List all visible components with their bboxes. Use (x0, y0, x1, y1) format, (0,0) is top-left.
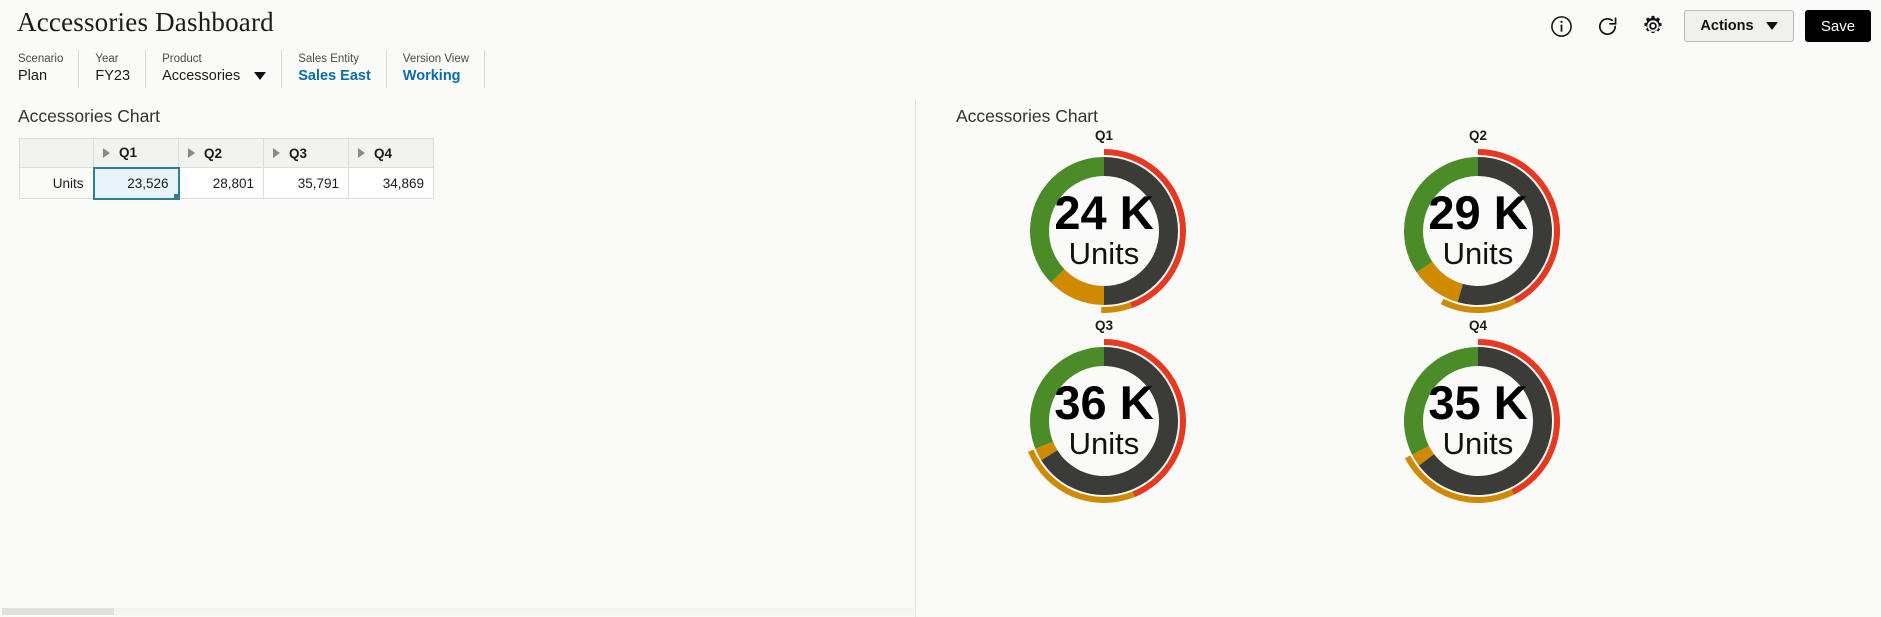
pov-item-version-view[interactable]: Version View Working (387, 48, 486, 88)
donut-unit-q2: Units (1443, 236, 1514, 271)
column-header-q3[interactable]: Q3 (263, 138, 349, 168)
donut-chart-grid: Q1 24 K Units Q2 29 K Units Q3 36 K Units Q4 35 KU… (917, 122, 1881, 617)
donut-svg-q2: 29 KUnits (1404, 149, 1560, 313)
pov-value-text: Working (402, 67, 461, 84)
data-grid[interactable]: Q1 Q2 Q3 Q4 Units 23,526 28,801 35,791 34,869 (19, 138, 434, 201)
table-row: Units 23,526 28,801 35,791 34,869 (19, 166, 434, 201)
pov-value: FY23 (95, 68, 130, 85)
donut-svg-q4: 35 KUnits (1404, 339, 1560, 503)
column-header-q4[interactable]: Q4 (348, 138, 434, 168)
column-header-label: Q3 (289, 145, 308, 161)
donut-svg-q1: 24 KUnits (1030, 149, 1186, 313)
donut-caption-q1: Q1 (1094, 128, 1113, 143)
expand-triangle-icon[interactable] (188, 148, 195, 158)
column-header-label: Q2 (204, 145, 223, 161)
info-icon[interactable] (1538, 6, 1584, 46)
donut-unit-q4: Units (1443, 426, 1514, 461)
grid-cell-q3[interactable]: 35,791 (263, 167, 349, 199)
pov-label: Version View (402, 52, 470, 65)
pov-value[interactable]: Working (403, 68, 469, 85)
column-header-label: Q1 (119, 145, 138, 161)
gear-icon[interactable] (1630, 6, 1676, 46)
actions-button-label: Actions (1700, 18, 1754, 34)
chevron-down-icon[interactable] (254, 72, 267, 80)
right-panel: Accessories Chart Q1 24 K Units Q2 29 K Units… (917, 100, 1881, 617)
grid-cell-q2[interactable]: 28,801 (178, 167, 264, 199)
pov-value-text: Accessories (162, 67, 241, 84)
top-bar: Accessories Dashboard Actions Save (0, 0, 1881, 55)
column-header-q2[interactable]: Q2 (178, 138, 264, 168)
pov-value-text: FY23 (95, 67, 131, 84)
donut-caption-q2: Q2 (1468, 128, 1487, 143)
save-button-label: Save (1820, 17, 1856, 35)
left-panel: Accessories Chart Q1 Q2 Q3 Q4 Units 23,526 28,… (0, 100, 916, 617)
horizontal-scrollbar[interactable] (2, 608, 914, 615)
refresh-icon[interactable] (1584, 6, 1630, 46)
save-button[interactable]: Save (1805, 10, 1871, 42)
grid-corner-cell (19, 138, 94, 168)
donut-svg-q3: 36 KUnits (1027, 339, 1186, 503)
pov-item-sales-entity[interactable]: Sales Entity Sales East (282, 48, 387, 88)
row-header-units[interactable]: Units (19, 167, 94, 199)
pov-value-text: Sales East (298, 67, 371, 84)
chevron-down-icon (1765, 22, 1778, 30)
donut-chart-q3[interactable]: Q3 36 K Units (917, 312, 1291, 550)
pov-label: Year (95, 52, 119, 65)
donut-value-q2: 29 K (1428, 186, 1527, 239)
grid-cell-q4[interactable]: 34,869 (348, 167, 434, 199)
donut-value-q3: 36 K (1054, 376, 1153, 429)
pov-item-product[interactable]: Product Accessories (146, 48, 283, 88)
expand-triangle-icon[interactable] (273, 148, 280, 158)
pov-label: Sales Entity (298, 52, 359, 65)
pov-bar: Scenario Plan Year FY23 Product Accessories Sa… (0, 48, 486, 88)
grid-cell-q1[interactable]: 23,526 (92, 166, 181, 201)
pov-item-year[interactable]: Year FY23 (79, 48, 146, 88)
donut-caption-q4: Q4 (1468, 318, 1487, 333)
column-header-label: Q4 (374, 145, 393, 161)
donut-unit-q1: Units (1069, 236, 1140, 271)
scrollbar-thumb[interactable] (2, 608, 114, 615)
pov-item-scenario[interactable]: Scenario Plan (0, 48, 80, 88)
donut-unit-q3: Units (1069, 426, 1140, 461)
actions-button[interactable]: Actions (1684, 10, 1794, 42)
toolbar: Actions Save (1538, 6, 1871, 46)
table-header-row: Q1 Q2 Q3 Q4 (19, 138, 434, 168)
pov-value-text: Plan (18, 67, 48, 84)
expand-triangle-icon[interactable] (103, 147, 110, 158)
donut-caption-q3: Q3 (1094, 318, 1113, 333)
dashboard-root: Accessories Dashboard Actions Save Scena… (0, 0, 1881, 617)
expand-triangle-icon[interactable] (358, 148, 365, 158)
page-title: Accessories Dashboard (17, 7, 274, 37)
donut-chart-q4[interactable]: Q4 35 K Units (1291, 312, 1665, 550)
pov-value[interactable]: Sales East (298, 68, 371, 85)
left-panel-title: Accessories Chart (18, 106, 160, 126)
donut-value-q4: 35 K (1428, 376, 1527, 429)
pov-value: Accessories (162, 67, 267, 85)
pov-value: Plan (18, 68, 63, 85)
pov-label: Product (162, 52, 202, 65)
donut-value-q1: 24 K (1054, 186, 1153, 239)
column-header-q1[interactable]: Q1 (93, 138, 179, 168)
pov-label: Scenario (18, 52, 64, 65)
